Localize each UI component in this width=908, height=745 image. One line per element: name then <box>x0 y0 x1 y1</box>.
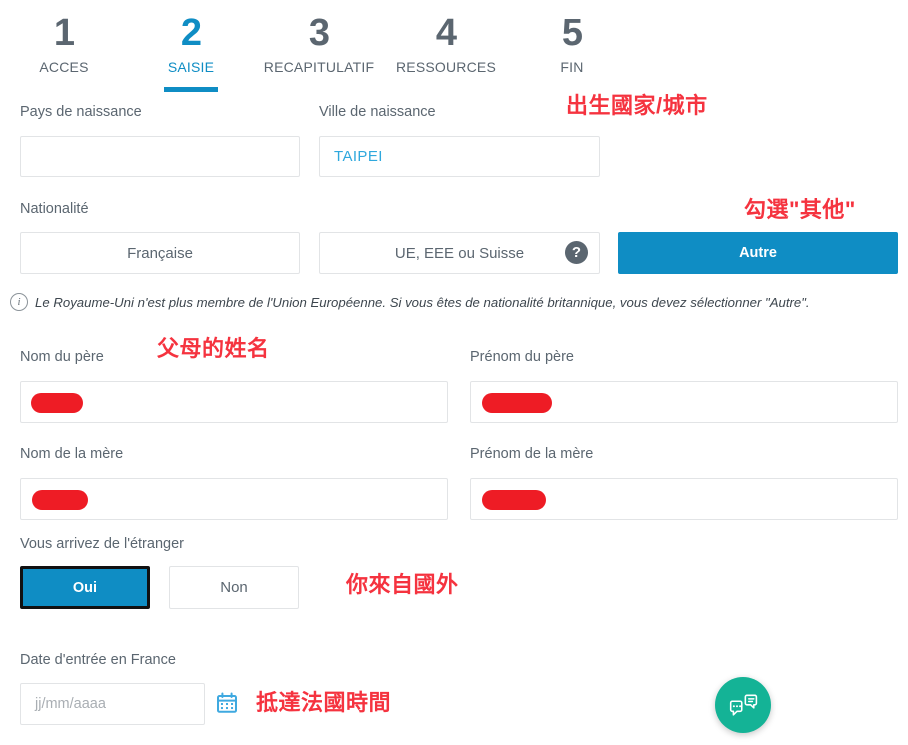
mother-firstname-label: Prénom de la mère <box>470 446 594 462</box>
birth-country-input[interactable] <box>20 136 300 177</box>
birth-city-input[interactable]: TAIPEI <box>319 136 600 177</box>
redaction-mark <box>482 490 546 510</box>
stepper-step-fin[interactable]: 5 FIN <box>530 12 614 76</box>
stepper-step-label: ACCES <box>39 59 89 75</box>
from-abroad-option-label: Non <box>220 579 248 596</box>
redaction-mark <box>32 490 88 510</box>
annotation-birth-country-city: 出生國家/城市 <box>566 93 708 118</box>
annotation-parents-names: 父母的姓名 <box>157 336 270 361</box>
info-icon: i <box>10 293 28 311</box>
mother-lastname-label: Nom de la mère <box>20 446 124 462</box>
annotation-arrival-date: 抵達法國時間 <box>256 690 392 715</box>
stepper-step-label: SAISIE <box>167 59 215 75</box>
chat-bubbles-icon <box>729 694 757 716</box>
stepper-active-underline <box>164 87 218 92</box>
redaction-mark <box>31 393 83 413</box>
stepper-step-number: 1 <box>53 12 75 54</box>
nationality-option-ue-eee-suisse[interactable]: UE, EEE ou Suisse <box>319 232 600 274</box>
stepper-step-number: 2 <box>180 12 202 54</box>
stepper-step-number: 3 <box>308 12 330 54</box>
mother-firstname-input[interactable] <box>470 478 898 520</box>
chat-widget-button[interactable] <box>715 677 771 733</box>
nationality-option-label: UE, EEE ou Suisse <box>394 244 525 262</box>
entry-date-input[interactable]: jj/mm/aaaa <box>20 683 205 725</box>
nationality-option-francaise[interactable]: Française <box>20 232 300 274</box>
father-firstname-input[interactable] <box>470 381 898 423</box>
stepper-step-number: 4 <box>435 12 457 54</box>
stepper-step-acces[interactable]: 1 ACCES <box>12 12 116 76</box>
annotation-select-other: 勾選"其他" <box>744 197 856 222</box>
nationality-option-autre[interactable]: Autre <box>618 232 898 274</box>
nationality-option-label: Autre <box>739 245 777 261</box>
father-firstname-label: Prénom du père <box>470 349 574 365</box>
birth-city-label: Ville de naissance <box>319 104 436 120</box>
question-mark-icon[interactable]: ? <box>565 241 588 264</box>
redaction-mark <box>482 393 552 413</box>
entry-date-label: Date d'entrée en France <box>20 652 176 668</box>
stepper-step-recapitulatif[interactable]: 3 RECAPITULATIF <box>252 12 386 76</box>
nationality-notice: i Le Royaume-Uni n'est plus membre de l'… <box>10 293 890 311</box>
birth-city-value: TAIPEI <box>334 148 383 165</box>
father-lastname-label: Nom du père <box>20 349 104 365</box>
from-abroad-option-non[interactable]: Non <box>169 566 299 609</box>
stepper-step-number: 5 <box>561 12 583 54</box>
nationality-label: Nationalité <box>20 201 89 217</box>
stepper-step-saisie[interactable]: 2 SAISIE <box>138 12 244 92</box>
mother-lastname-input[interactable] <box>20 478 448 520</box>
annotation-from-abroad: 你來自國外 <box>346 572 459 597</box>
birth-country-label: Pays de naissance <box>20 104 142 120</box>
stepper-step-label: FIN <box>560 59 584 75</box>
from-abroad-label: Vous arrivez de l'étranger <box>20 536 184 552</box>
nationality-option-label: Française <box>127 244 193 262</box>
stepper-step-label: RESSOURCES <box>395 59 497 75</box>
stepper-step-label: RECAPITULATIF <box>263 59 375 75</box>
nationality-notice-text: Le Royaume-Uni n'est plus membre de l'Un… <box>35 294 810 310</box>
from-abroad-option-label: Oui <box>72 579 98 596</box>
progress-stepper: 1 ACCES 2 SAISIE 3 RECAPITULATIF 4 RESSO… <box>0 0 908 95</box>
from-abroad-option-oui[interactable]: Oui <box>20 566 150 609</box>
father-lastname-input[interactable] <box>20 381 448 423</box>
stepper-step-ressources[interactable]: 4 RESSOURCES <box>388 12 504 76</box>
calendar-icon[interactable] <box>216 692 238 714</box>
entry-date-placeholder: jj/mm/aaaa <box>35 696 106 712</box>
